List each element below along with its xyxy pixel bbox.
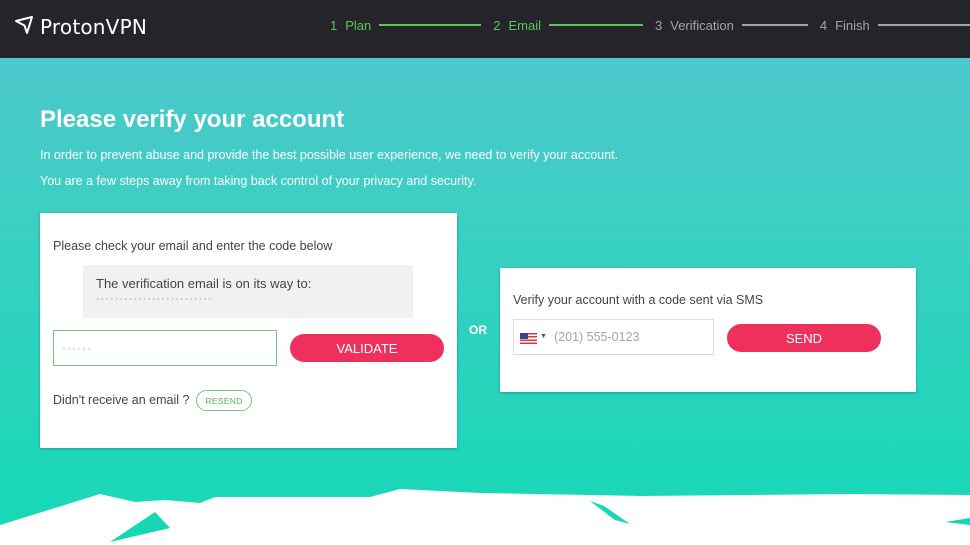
brand-logo[interactable]: ProtonVPN	[14, 14, 147, 40]
step-plan[interactable]: 1 Plan	[330, 17, 482, 33]
step-label: Verification	[670, 17, 734, 33]
intro-text-1: In order to prevent abuse and provide th…	[40, 148, 619, 162]
resend-button[interactable]: RESEND	[196, 390, 252, 411]
step-progress-line	[877, 24, 970, 26]
step-finish[interactable]: 4 Finish	[820, 18, 970, 33]
step-progress-line	[741, 24, 808, 26]
email-sent-notice: The verification email is on its way to:…	[83, 265, 413, 318]
sms-instruction: Verify your account with a code sent via…	[513, 293, 764, 307]
signup-progress: 1 Plan 2 Email 3 Verification 4 Finish	[330, 16, 970, 34]
chevron-down-icon[interactable]: ▼	[540, 333, 547, 340]
brand-name: ProtonVPN	[40, 15, 147, 39]
step-label: Finish	[835, 17, 870, 33]
mountain-decoration	[0, 489, 970, 545]
top-bar: ProtonVPN 1 Plan 2 Email 3 Verification …	[0, 0, 970, 58]
step-label: Email	[508, 17, 542, 33]
email-instruction: Please check your email and enter the co…	[53, 239, 333, 253]
verification-code-input[interactable]: ······	[53, 330, 277, 366]
phone-number-field[interactable]: ▼ (201) 555-0123	[513, 319, 714, 355]
send-button[interactable]: SEND	[727, 324, 881, 352]
email-verification-card: Please check your email and enter the co…	[40, 213, 457, 448]
intro-text-2: You are a few steps away from taking bac…	[40, 174, 477, 188]
step-progress-line	[379, 24, 482, 26]
us-flag-icon[interactable]	[520, 333, 537, 344]
step-progress-line	[549, 24, 644, 26]
step-verification[interactable]: 3 Verification	[655, 18, 808, 33]
step-number: 3	[655, 17, 663, 33]
step-number: 4	[819, 17, 828, 33]
step-number: 2	[493, 17, 501, 33]
step-label: Plan	[345, 17, 372, 33]
code-value-redacted: ······	[62, 341, 92, 355]
step-number: 1	[330, 17, 338, 33]
email-address-redacted: ·························	[96, 293, 213, 305]
step-email[interactable]: 2 Email	[493, 17, 644, 33]
email-sent-text: The verification email is on its way to:	[96, 276, 312, 291]
page-title: Please verify your account	[40, 106, 345, 133]
protonvpn-logo-icon	[14, 15, 34, 40]
resend-prompt: Didn't receive an email ?	[53, 393, 190, 407]
validate-button[interactable]: VALIDATE	[290, 334, 444, 362]
sms-verification-card: Verify your account with a code sent via…	[500, 268, 916, 392]
phone-placeholder: (201) 555-0123	[554, 330, 640, 344]
or-divider: OR	[469, 323, 487, 337]
